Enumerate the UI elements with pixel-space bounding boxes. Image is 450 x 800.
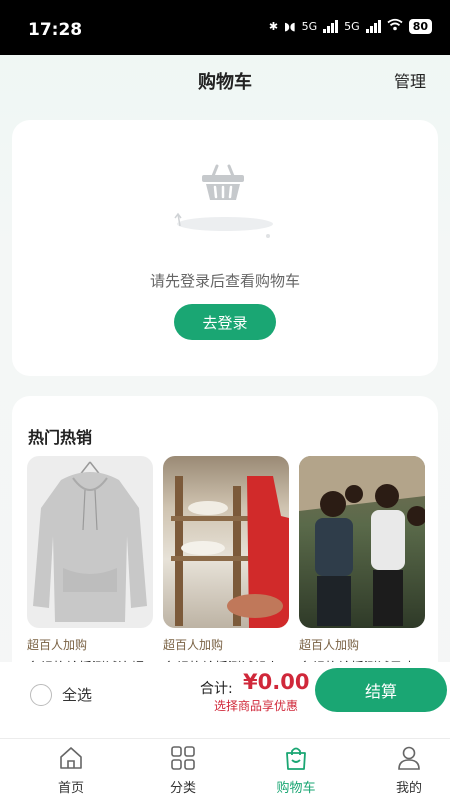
status-bar: 17:28 ✱ ◗◖ 5G 5G 80 xyxy=(0,0,450,55)
login-button[interactable]: 去登录 xyxy=(174,304,276,340)
user-icon xyxy=(398,746,420,770)
section-title: 热门热销 xyxy=(28,428,93,447)
product-list: 超百人加购 多规格轮播测试连帽 超百人加购 多规格轮播测试帆布 xyxy=(27,456,425,669)
hot-selling-section: 热门热销 超百人加购 多规格轮播测试连帽 xyxy=(12,396,438,696)
checkout-button[interactable]: 结算 xyxy=(315,668,447,712)
page-title: 购物车 xyxy=(198,72,252,93)
discount-hint: 选择商品享优惠 xyxy=(214,699,299,713)
product-image-market xyxy=(163,456,289,628)
tab-label: 首页 xyxy=(57,781,84,796)
shopping-basket-icon xyxy=(202,164,244,200)
manage-button[interactable]: 管理 xyxy=(394,68,426,92)
product-tag: 超百人加购 xyxy=(299,638,360,652)
empty-cart-card: 请先登录后查看购物车 去登录 xyxy=(12,120,438,376)
bluetooth-icon: ✱ xyxy=(268,19,279,33)
tab-profile[interactable]: 我的 xyxy=(369,745,449,796)
total-amount: ¥0.00 xyxy=(243,670,310,694)
select-all-checkbox[interactable] xyxy=(30,684,52,706)
product-card[interactable]: 超百人加购 多规格轮播测试连帽 xyxy=(27,456,153,669)
status-icons: ✱ ◗◖ 5G 5G 80 xyxy=(269,18,432,34)
signal-label-1: 5G xyxy=(301,19,318,33)
earbuds-icon: ◗◖ xyxy=(284,19,296,33)
select-all-label[interactable]: 全选 xyxy=(62,684,92,705)
tab-bar: 首页 分类 购物车 我的 xyxy=(0,738,450,800)
empty-cart-message: 请先登录后查看购物车 xyxy=(149,272,300,290)
tab-cart[interactable]: 购物车 xyxy=(256,745,336,796)
product-tag: 超百人加购 xyxy=(163,638,224,652)
checkout-bar: 全选 合计: ¥0.00 选择商品享优惠 结算 xyxy=(0,662,450,738)
signal-icon xyxy=(323,19,339,33)
battery-icon: 80 xyxy=(408,18,432,34)
tab-home[interactable]: 首页 xyxy=(31,745,111,796)
ground-shadow-icon xyxy=(174,212,273,238)
product-card[interactable]: 超百人加购 多规格轮播测试帆布 xyxy=(163,456,289,669)
signal-icon xyxy=(365,19,381,33)
shopping-bag-icon xyxy=(286,747,306,770)
tab-label: 分类 xyxy=(169,781,196,796)
product-tag: 超百人加购 xyxy=(27,638,88,652)
tab-label: 我的 xyxy=(395,781,422,796)
product-image-children xyxy=(299,456,425,628)
grid-icon xyxy=(171,746,195,770)
wifi-icon xyxy=(387,18,403,34)
status-time: 17:28 xyxy=(28,20,83,40)
home-icon xyxy=(60,747,82,769)
tab-label: 购物车 xyxy=(276,781,316,796)
total-label: 合计: xyxy=(200,681,233,697)
signal-label-2: 5G xyxy=(344,19,360,33)
tab-category[interactable]: 分类 xyxy=(143,745,223,796)
product-image-hoodie xyxy=(27,456,153,628)
product-card[interactable]: 超百人加购 多规格轮播测试马克 xyxy=(299,456,425,669)
